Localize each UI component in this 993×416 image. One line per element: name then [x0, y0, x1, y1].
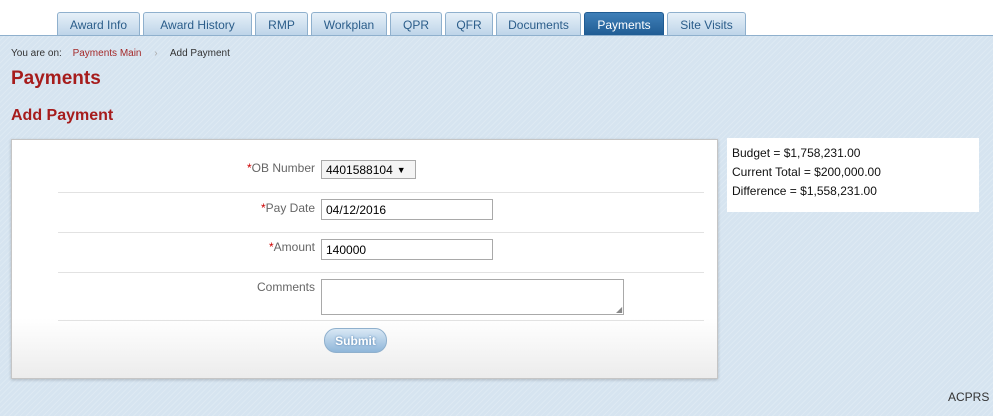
amount-label: *Amount [268, 240, 315, 254]
add-payment-form: *OB Number 4401588104▼ *Pay Date *Amount… [11, 139, 718, 379]
current-total-line: Current Total = $200,000.00 [732, 165, 881, 179]
pay-date-row: *Pay Date [58, 193, 704, 233]
tab-rmp[interactable]: RMP [255, 12, 308, 36]
pay-date-input[interactable] [321, 199, 493, 220]
tab-bar: Award Info Award History RMP Workplan QP… [57, 12, 749, 36]
breadcrumb-prefix: You are on: [11, 48, 62, 59]
tab-award-history[interactable]: Award History [143, 12, 252, 36]
comments-textarea[interactable] [321, 279, 624, 315]
tab-qpr[interactable]: QPR [390, 12, 442, 36]
difference-line: Difference = $1,558,231.00 [732, 184, 877, 198]
tab-payments[interactable]: Payments [584, 12, 664, 36]
footer-text: ACPRS [948, 390, 990, 404]
dropdown-arrow-icon: ▼ [396, 164, 406, 175]
pay-date-label: *Pay Date [260, 201, 315, 215]
tab-underline [0, 35, 993, 36]
section-title: Add Payment [11, 107, 114, 124]
amount-row: *Amount [58, 233, 704, 273]
comments-label: Comments [256, 280, 315, 294]
tab-site-visits[interactable]: Site Visits [667, 12, 746, 36]
ob-number-label: *OB Number [246, 161, 315, 175]
tab-qfr[interactable]: QFR [445, 12, 493, 36]
resize-grip-icon[interactable]: ◢ [616, 306, 622, 314]
tab-documents[interactable]: Documents [496, 12, 581, 36]
budget-summary: Budget = $1,758,231.00 Current Total = $… [727, 138, 979, 212]
breadcrumb: You are on: Payments Main › Add Payment [11, 48, 230, 59]
top-bar: Award Info Award History RMP Workplan QP… [0, 0, 993, 36]
page-title: Payments [11, 68, 101, 89]
breadcrumb-current: Add Payment [169, 48, 230, 59]
breadcrumb-separator-icon: › [154, 48, 158, 59]
tab-award-info[interactable]: Award Info [57, 12, 140, 36]
ob-number-select[interactable]: 4401588104 ▼ [321, 160, 416, 179]
breadcrumb-link-payments-main[interactable]: Payments Main [73, 48, 142, 59]
ob-number-row: *OB Number 4401588104 ▼ [58, 150, 704, 193]
tab-workplan[interactable]: Workplan [311, 12, 387, 36]
comments-row: Comments ◢ [58, 273, 704, 321]
submit-button[interactable]: Submit [324, 328, 387, 353]
budget-line: Budget = $1,758,231.00 [732, 146, 861, 160]
amount-input[interactable] [321, 239, 493, 260]
